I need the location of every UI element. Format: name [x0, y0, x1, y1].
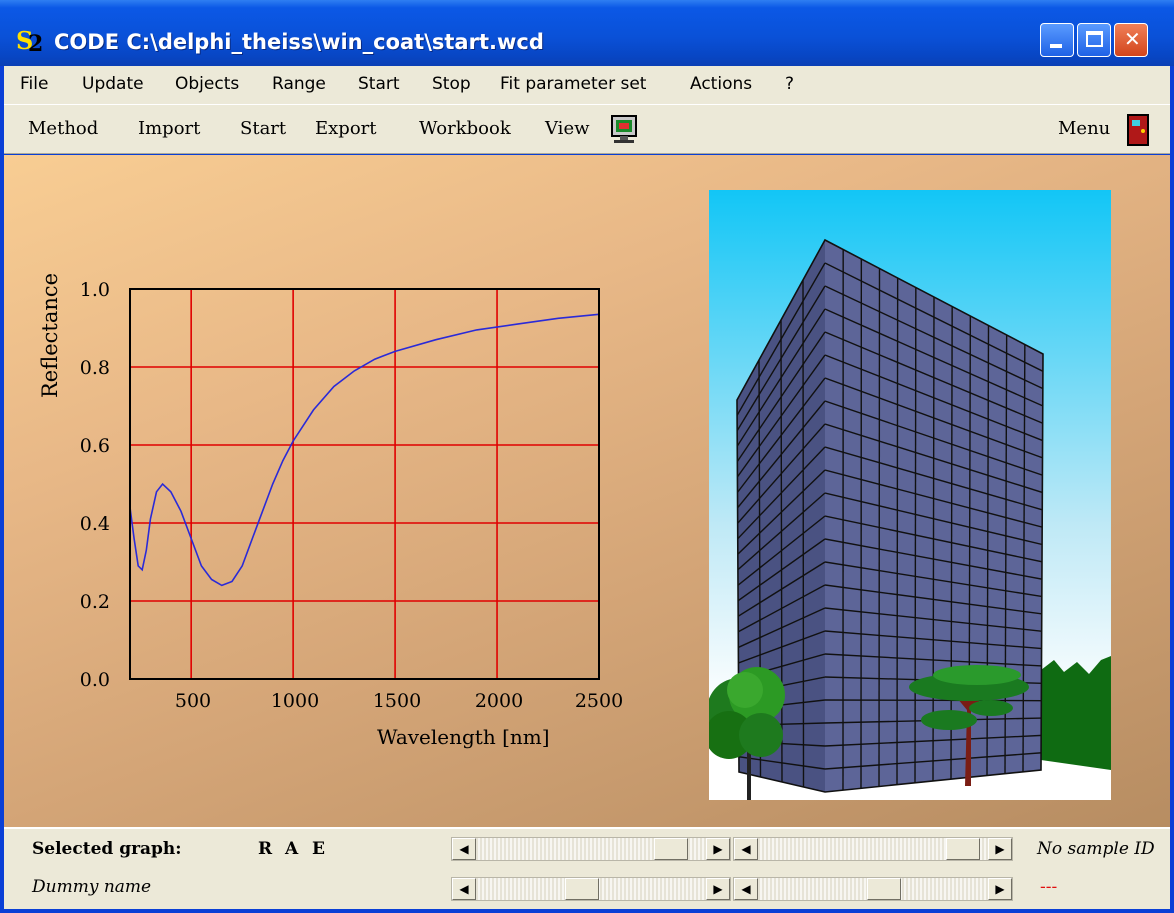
- building-illustration[interactable]: [709, 190, 1111, 800]
- scroll-left-icon[interactable]: ◀: [452, 838, 476, 860]
- main-window: S2 CODE C:\delphi_theiss\win_coat\start.…: [0, 0, 1174, 913]
- scrollbar-1[interactable]: ◀ ▶: [451, 837, 731, 861]
- status-row-2: Dummy name ◀ ▶ ◀ ▶ ---: [4, 871, 1170, 909]
- status-bar: Selected graph: R A E ◀ ▶ ◀ ▶ No sample …: [4, 827, 1170, 909]
- scrollbar-4-thumb[interactable]: [867, 878, 901, 900]
- scroll-right-icon[interactable]: ▶: [988, 838, 1012, 860]
- scrollbar-2[interactable]: ◀ ▶: [733, 837, 1013, 861]
- scrollbar-4[interactable]: ◀ ▶: [733, 877, 1013, 901]
- y-tick-0.8: 0.8: [79, 357, 110, 379]
- forest-right: [1041, 656, 1111, 770]
- x-tick-500: 500: [174, 690, 212, 712]
- x-tick-2500: 2500: [574, 690, 624, 712]
- selected-graph-label: Selected graph:: [32, 839, 182, 859]
- x-tick-1500: 1500: [372, 690, 422, 712]
- graph-e-button[interactable]: E: [312, 839, 325, 859]
- y-tick-1.0: 1.0: [79, 279, 110, 301]
- graph-a-button[interactable]: A: [285, 839, 298, 859]
- scroll-right-icon[interactable]: ▶: [706, 878, 730, 900]
- x-axis-label: Wavelength [nm]: [377, 725, 550, 749]
- status-row-1: Selected graph: R A E ◀ ▶ ◀ ▶ No sample …: [4, 829, 1170, 867]
- scroll-right-icon[interactable]: ▶: [988, 878, 1012, 900]
- y-tick-0.4: 0.4: [79, 513, 110, 535]
- reflectance-curve: [129, 313, 600, 587]
- scrollbar-3-thumb[interactable]: [565, 878, 599, 900]
- x-tick-2000: 2000: [474, 690, 524, 712]
- graph-r-button[interactable]: R: [258, 839, 272, 859]
- y-axis-label: Reflectance: [38, 272, 62, 398]
- scrollbar-2-thumb[interactable]: [946, 838, 980, 860]
- scroll-right-icon[interactable]: ▶: [706, 838, 730, 860]
- sample-id: No sample ID: [1037, 839, 1155, 859]
- facade-line: [825, 699, 1043, 702]
- scroll-left-icon[interactable]: ◀: [734, 838, 758, 860]
- x-tick-1000: 1000: [270, 690, 320, 712]
- y-tick-0.0: 0.0: [79, 669, 110, 691]
- sample-value: ---: [1040, 877, 1058, 897]
- scrollbar-3[interactable]: ◀ ▶: [451, 877, 731, 901]
- chart-grid: [130, 289, 599, 679]
- scroll-left-icon[interactable]: ◀: [452, 878, 476, 900]
- y-tick-0.6: 0.6: [79, 435, 110, 457]
- dummy-name: Dummy name: [32, 877, 152, 897]
- plot-frame: [129, 288, 600, 680]
- scrollbar-1-thumb[interactable]: [654, 838, 688, 860]
- scroll-left-icon[interactable]: ◀: [734, 878, 758, 900]
- y-tick-0.2: 0.2: [79, 591, 110, 613]
